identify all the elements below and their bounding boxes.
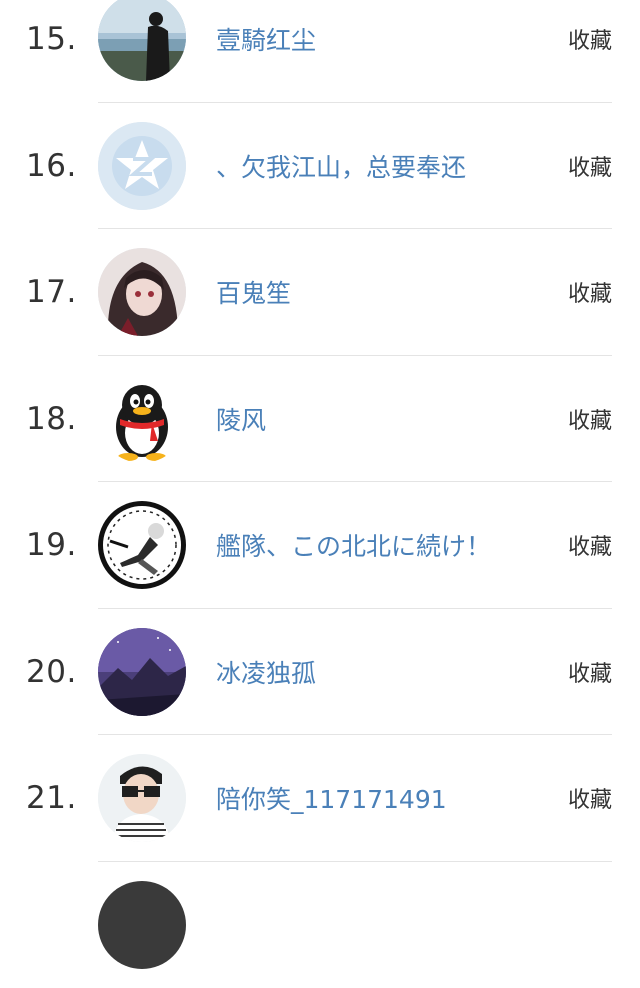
- avatar[interactable]: [98, 881, 186, 969]
- user-name-link[interactable]: 陪你笑_117171491: [216, 735, 447, 862]
- rank-number: 19.: [26, 482, 77, 609]
- collect-button[interactable]: 收藏: [568, 356, 612, 483]
- user-name-link[interactable]: 陵风: [216, 356, 266, 483]
- anime-girl-avatar[interactable]: [98, 248, 186, 336]
- list-item[interactable]: 17. 百鬼笙 收藏: [0, 229, 640, 356]
- collect-button[interactable]: 收藏: [568, 229, 612, 356]
- user-name-link[interactable]: 冰凌独孤: [216, 609, 316, 736]
- list-item[interactable]: 21. 陪你笑_117171491 收藏: [0, 735, 640, 862]
- collect-button[interactable]: 收藏: [568, 0, 612, 103]
- anime-boy-circle-avatar[interactable]: [98, 501, 186, 589]
- rank-number: 21.: [26, 735, 77, 862]
- user-name-link[interactable]: 、欠我江山，总要奉还: [216, 103, 466, 230]
- collect-button[interactable]: 收藏: [568, 103, 612, 230]
- default-qq-star-avatar[interactable]: [98, 122, 186, 210]
- collect-button[interactable]: 收藏: [568, 735, 612, 862]
- silhouette-lake-avatar[interactable]: [98, 0, 186, 81]
- user-name-link[interactable]: 百鬼笙: [216, 229, 291, 356]
- boy-glasses-avatar[interactable]: [98, 754, 186, 842]
- collect-button[interactable]: 收藏: [568, 609, 612, 736]
- qq-penguin-avatar[interactable]: [98, 375, 186, 463]
- collect-button[interactable]: 收藏: [568, 482, 612, 609]
- rank-number: 18.: [26, 356, 77, 483]
- user-name-link[interactable]: 壹騎红尘: [216, 0, 316, 103]
- list-item[interactable]: 19. 艦隊、この北北に続け！ 收藏: [0, 482, 640, 609]
- list-item[interactable]: 20. 冰凌独孤 收藏: [0, 609, 640, 736]
- rank-number: 17.: [26, 229, 77, 356]
- rank-number: 15.: [26, 0, 77, 103]
- user-name-link[interactable]: 艦隊、この北北に続け！: [216, 482, 491, 609]
- rank-number: 20.: [26, 609, 77, 736]
- list-item[interactable]: [0, 862, 640, 988]
- list-item[interactable]: 15. 壹騎红尘 收藏: [0, 0, 640, 103]
- purple-mountain-avatar[interactable]: [98, 628, 186, 716]
- list-item[interactable]: 18. 陵风 收藏: [0, 356, 640, 483]
- rank-number: 16.: [26, 103, 77, 230]
- list-item[interactable]: 16. 、欠我江山，总要奉还 收藏: [0, 103, 640, 230]
- collect-ranking-list: 15. 壹騎红尘 收藏 16. 、欠我江山，总要奉还: [0, 0, 640, 988]
